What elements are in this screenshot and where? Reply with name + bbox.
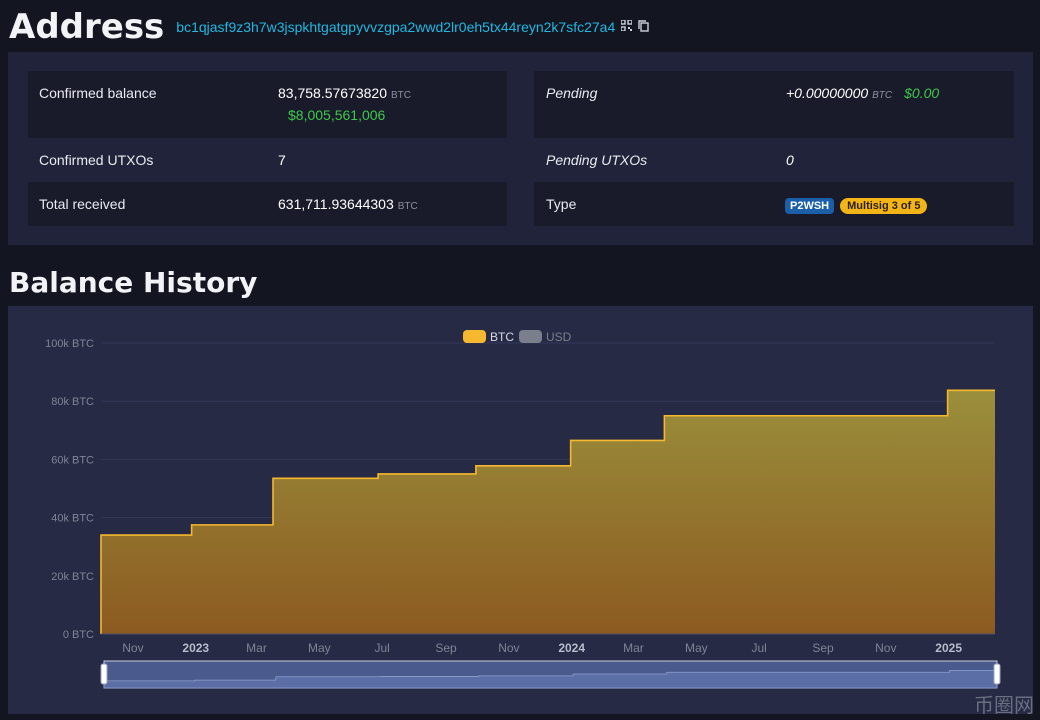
pending-utxos-row: Pending UTXOs 0	[534, 138, 1014, 182]
pending-utxos-label: Pending UTXOs	[546, 152, 648, 168]
y-tick-label: 0 BTC	[63, 629, 94, 641]
total-received-row: Total received 631,711.93644303 BTC	[28, 182, 507, 226]
total-received-label: Total received	[39, 196, 126, 212]
confirmed-balance-row: Confirmed balance 83,758.57673820 BTC $8,…	[28, 71, 507, 138]
total-received-unit: BTC	[397, 201, 418, 212]
range-handle-left[interactable]	[100, 663, 108, 685]
x-tick-label: Jul	[751, 641, 766, 655]
x-tick-label: Mar	[623, 641, 644, 655]
pending-row: Pending +0.00000000 BTC $0.00	[534, 71, 1014, 138]
confirmed-utxos-row: Confirmed UTXOs 7	[28, 138, 507, 182]
pending-usd: $0.00	[904, 85, 940, 101]
confirmed-balance-unit: BTC	[391, 90, 411, 101]
address-link[interactable]: bc1qjasf9z3h7w3jspkhtgatgpyvvzgpa2wwd2lr…	[176, 19, 615, 35]
multisig-badge: Multisig 3 of 5	[840, 198, 928, 214]
range-selector[interactable]	[100, 660, 1001, 689]
qr-code-icon[interactable]	[620, 19, 633, 34]
pending-utxos-value: 0	[786, 152, 794, 168]
x-tick-label: Jul	[375, 641, 390, 655]
confirmed-balance-value: 83,758.57673820 BTC	[278, 85, 411, 101]
x-tick-label: 2025	[935, 641, 962, 655]
legend-swatch-usd	[519, 330, 542, 343]
legend-item-btc[interactable]: BTC	[463, 330, 514, 344]
pending-unit: BTC	[872, 90, 893, 101]
y-tick-label: 100k BTC	[45, 338, 94, 350]
type-badges: P2WSH Multisig 3 of 5	[785, 196, 933, 214]
x-tick-label: 2023	[182, 641, 209, 655]
header: Address bc1qjasf9z3h7w3jspkhtgatgpyvvzgp…	[9, 6, 649, 48]
type-row: Type P2WSH Multisig 3 of 5	[534, 182, 1014, 226]
x-tick-label: Sep	[812, 641, 834, 655]
x-tick-label: Mar	[246, 641, 267, 655]
confirmed-utxos-label: Confirmed UTXOs	[39, 152, 154, 168]
x-tick-label: Sep	[435, 641, 457, 655]
x-tick-label: Nov	[498, 641, 519, 655]
x-tick-label: May	[685, 641, 708, 655]
legend-item-usd[interactable]: USD	[519, 330, 572, 344]
pending-amount: +0.00000000	[786, 85, 869, 101]
copy-icon[interactable]	[638, 19, 649, 35]
x-tick-label: 2024	[558, 641, 585, 655]
pending-value: +0.00000000 BTC $0.00	[786, 85, 939, 101]
y-tick-label: 40k BTC	[51, 513, 94, 525]
type-label: Type	[546, 196, 577, 212]
watermark-logo: 币圈网	[974, 695, 1034, 717]
p2wsh-badge: P2WSH	[785, 198, 835, 214]
btc-balance-area	[101, 390, 995, 634]
confirmed-balance-amount: 83,758.57673820	[278, 85, 387, 101]
y-tick-label: 60k BTC	[51, 454, 94, 466]
total-received-value: 631,711.93644303 BTC	[278, 196, 418, 212]
confirmed-utxos-value: 7	[278, 152, 286, 168]
x-tick-label: Nov	[875, 641, 896, 655]
x-tick-label: May	[308, 641, 331, 655]
balance-history-title: Balance History	[9, 266, 258, 299]
legend-label-btc: BTC	[490, 330, 514, 344]
x-tick-label: Nov	[122, 641, 143, 655]
chart-svg: 0 BTC 20k BTC 40k BTC 60k BTC 80k BTC 100k BT…	[45, 330, 1001, 689]
total-received-amount: 631,711.93644303	[278, 196, 394, 212]
legend-swatch-btc	[463, 330, 486, 343]
y-tick-label: 80k BTC	[51, 396, 94, 408]
pending-label: Pending	[546, 85, 598, 101]
confirmed-balance-label: Confirmed balance	[39, 85, 157, 101]
address-summary: Confirmed balance 83,758.57673820 BTC $8,…	[8, 52, 1033, 245]
page-title: Address	[9, 7, 165, 47]
confirmed-balance-usd: $8,005,561,006	[288, 107, 386, 123]
range-handle-right[interactable]	[993, 663, 1001, 685]
y-tick-label: 20k BTC	[51, 571, 94, 583]
balance-history-chart: 0 BTC 20k BTC 40k BTC 60k BTC 80k BTC 100k BT…	[8, 306, 1033, 714]
legend-label-usd: USD	[546, 330, 572, 344]
